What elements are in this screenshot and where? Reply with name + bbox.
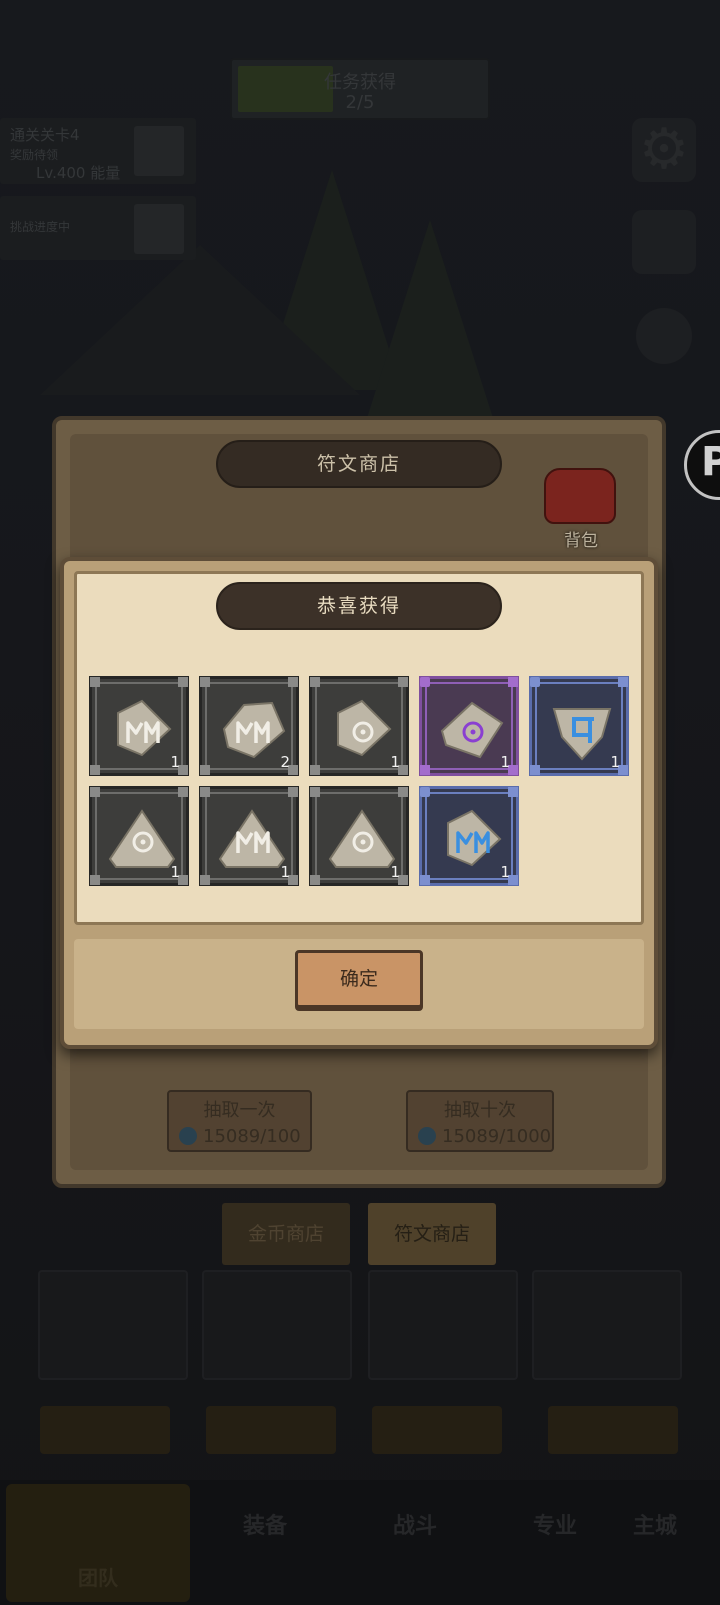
item-quantity: 2: [280, 753, 290, 771]
slot-corner: [90, 875, 100, 885]
slot-corner: [310, 875, 320, 885]
confirm-label: 确定: [339, 968, 378, 990]
slot-corner: [90, 677, 100, 687]
reward-slot[interactable]: 1: [199, 786, 299, 886]
item-quantity: 1: [500, 863, 510, 881]
rune-stone-icon: [552, 708, 612, 761]
slot-corner: [200, 875, 210, 885]
slot-corner: [90, 765, 100, 775]
item-quantity: 1: [170, 753, 180, 771]
slot-corner: [178, 787, 188, 797]
item-quantity: 1: [610, 753, 620, 771]
slot-corner: [310, 765, 320, 775]
slot-corner: [420, 677, 430, 687]
slot-corner: [288, 677, 298, 687]
rune-stone-icon: [328, 809, 396, 868]
slot-corner: [398, 787, 408, 797]
reward-slot[interactable]: 1: [529, 676, 629, 776]
reward-slot[interactable]: 1: [419, 786, 519, 886]
item-quantity: 1: [500, 753, 510, 771]
reward-slot[interactable]: 2: [199, 676, 299, 776]
reward-slot[interactable]: 1: [309, 676, 409, 776]
item-quantity: 1: [280, 863, 290, 881]
reward-slot[interactable]: 1: [89, 786, 189, 886]
slot-corner: [420, 875, 430, 885]
reward-slot[interactable]: 1: [419, 676, 519, 776]
slot-corner: [398, 677, 408, 687]
slot-corner: [200, 787, 210, 797]
slot-corner: [530, 765, 540, 775]
rune-stone-icon: [218, 809, 286, 868]
slot-corner: [508, 787, 518, 797]
item-quantity: 1: [390, 753, 400, 771]
slot-corner: [310, 677, 320, 687]
slot-corner: [200, 765, 210, 775]
slot-corner: [288, 787, 298, 797]
slot-corner: [420, 765, 430, 775]
slot-corner: [508, 677, 518, 687]
reward-title: 恭喜获得: [316, 595, 401, 617]
slot-corner: [530, 677, 540, 687]
slot-corner: [178, 677, 188, 687]
reward-title-ribbon: 恭喜获得: [216, 582, 502, 630]
rune-stone-icon: [117, 699, 172, 757]
reward-slot[interactable]: 1: [309, 786, 409, 886]
item-quantity: 1: [390, 863, 400, 881]
item-quantity: 1: [170, 863, 180, 881]
rune-stone-icon: [222, 701, 286, 759]
reward-slot[interactable]: 1: [89, 676, 189, 776]
slot-corner: [310, 787, 320, 797]
rune-stone-icon: [108, 809, 176, 868]
confirm-button[interactable]: 确定: [290, 950, 436, 1008]
slot-corner: [90, 787, 100, 797]
slot-corner: [420, 787, 430, 797]
rune-stone-icon: [447, 809, 502, 867]
rune-stone-icon: [337, 699, 392, 757]
rune-stone-icon: [440, 701, 504, 759]
slot-corner: [618, 677, 628, 687]
slot-corner: [200, 677, 210, 687]
